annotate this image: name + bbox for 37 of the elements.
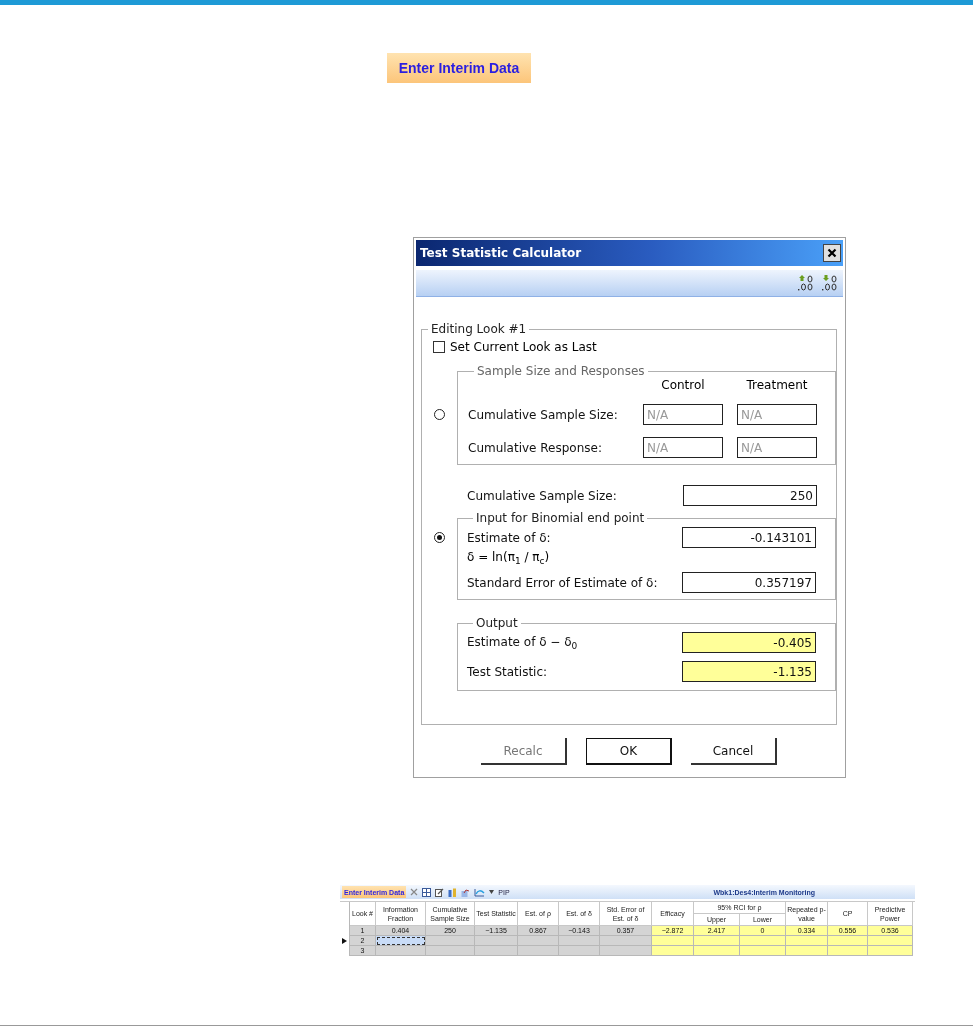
field-label: Cumulative Response: [468, 440, 603, 455]
field-label: Test Statistic: [467, 664, 549, 679]
enter-data-button[interactable]: Enter Interim Data [387, 53, 531, 83]
field-label: Estimate of δ: [467, 530, 552, 545]
edit-icon[interactable] [435, 887, 445, 897]
increase-decimal-icon[interactable] [797, 274, 815, 292]
dialog-button[interactable]: OK [586, 738, 672, 765]
group-title: Editing Look #1 [430, 322, 528, 336]
text-field[interactable]: 0.357197 [682, 572, 816, 594]
bar-chart-icon[interactable] [448, 887, 458, 897]
field-label: Standard Error of Estimate of δ: [467, 575, 659, 590]
close-icon [827, 248, 837, 258]
field-label: Cumulative Sample Size: [468, 407, 619, 422]
window-title: Test Statistic Calculator [420, 246, 582, 260]
group-title: Input for Binomial end point [475, 511, 646, 525]
grid-icon[interactable] [422, 887, 432, 897]
chart-icon[interactable] [461, 887, 471, 897]
text-field[interactable]: 250 [683, 485, 817, 506]
output-field[interactable]: -1.135 [682, 661, 816, 683]
close-icon[interactable] [410, 888, 419, 896]
formula-text: δ = ln(π$_{1}$ / π$_{c}$) [467, 550, 551, 567]
group-title: Output [475, 616, 519, 631]
column-header: Control [660, 378, 706, 392]
output-field[interactable]: -0.405 [682, 632, 816, 654]
checkbox[interactable] [433, 341, 445, 353]
text-field[interactable]: -0.143101 [682, 527, 816, 548]
caret-icon[interactable] [489, 890, 495, 894]
current-row-icon [342, 938, 347, 944]
column-header: Treatment [745, 378, 809, 392]
checkbox-label: Set Current Look as Last [450, 340, 597, 354]
decrease-decimal-icon[interactable] [821, 274, 839, 292]
close-button[interactable] [823, 244, 841, 262]
dialog-button[interactable]: Cancel [691, 738, 777, 765]
field-label: Cumulative Sample Size: [467, 488, 618, 503]
group-title: Sample Size and Responses [476, 364, 646, 378]
selected-cell[interactable] [376, 936, 426, 946]
field-label: Estimate of δ − δ$_{0}$ [467, 634, 579, 652]
